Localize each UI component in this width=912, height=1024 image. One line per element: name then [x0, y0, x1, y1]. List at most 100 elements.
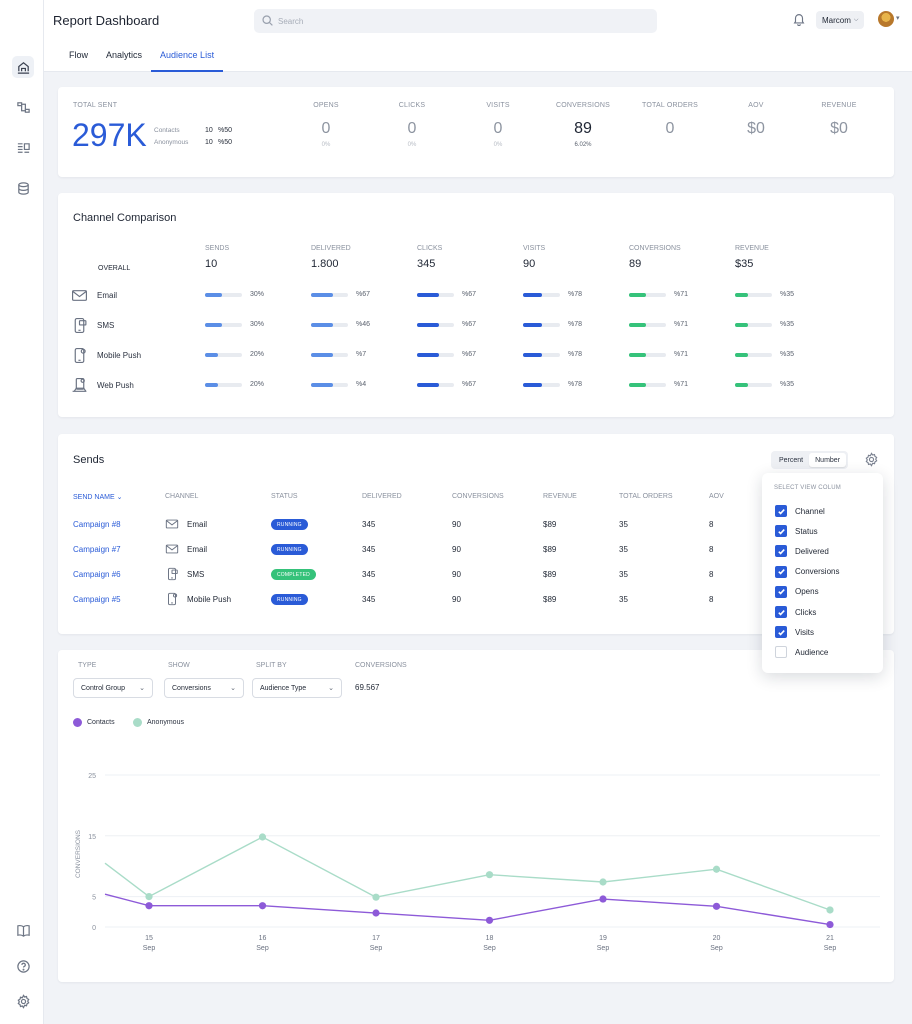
progress-bar — [205, 292, 242, 297]
settings-icon[interactable] — [12, 990, 34, 1012]
column-option-audience[interactable]: Audience — [775, 646, 828, 659]
total-sent-label: TOTAL SENT — [73, 102, 118, 109]
column-option-status[interactable]: Status — [775, 525, 818, 538]
col-overall: 1.800 — [311, 258, 339, 270]
channel-row-sms: SMS — [71, 316, 114, 334]
progress-fill — [205, 352, 218, 357]
workspace-dropdown[interactable]: Marcom ⌵ — [816, 11, 865, 29]
progress-fill — [523, 292, 542, 297]
tab-analytics[interactable]: Analytics — [97, 46, 151, 72]
x-tick-label: Sep — [710, 945, 723, 952]
bell-icon[interactable] — [792, 12, 806, 26]
x-tick-label: 20 — [713, 935, 721, 942]
x-tick-label: Sep — [256, 945, 269, 952]
channel-name: Mobile Push — [187, 594, 232, 604]
progress-percent: %35 — [780, 351, 795, 358]
flow-icon[interactable] — [12, 96, 34, 118]
channel-name: SMS — [187, 569, 205, 579]
list-icon[interactable] — [12, 137, 34, 159]
progress-bar — [311, 292, 348, 297]
checkbox[interactable] — [775, 545, 787, 558]
checkbox[interactable] — [775, 565, 787, 578]
filter-label: SPLIT BY — [256, 662, 287, 669]
column-option-opens[interactable]: Opens — [775, 585, 819, 598]
database-icon[interactable] — [12, 177, 34, 199]
tab-audience-list[interactable]: Audience List — [151, 46, 224, 72]
progress-bar — [735, 382, 772, 387]
stat-sub: 6.02% — [574, 142, 592, 148]
revenue-cell: $89 — [543, 570, 557, 579]
campaign-link[interactable]: Campaign #5 — [73, 595, 121, 604]
campaign-link[interactable]: Campaign #8 — [73, 520, 121, 529]
avatar[interactable] — [878, 11, 894, 27]
search-input[interactable] — [278, 12, 648, 30]
progress-cell: %78 — [523, 291, 582, 298]
progress-bar — [417, 352, 454, 357]
channel-row-email: Email — [71, 286, 117, 304]
orders-cell: 35 — [619, 595, 628, 604]
chevron-down-icon: ⌄ — [328, 685, 334, 692]
column-header-send-name[interactable]: SEND NAME ⌄ — [73, 493, 122, 501]
progress-percent: %35 — [780, 291, 795, 298]
column-option-channel[interactable]: Channel — [775, 505, 825, 517]
toggle-number[interactable]: Number — [809, 453, 847, 467]
toggle-percent[interactable]: Percent — [773, 453, 809, 467]
column-option-visits[interactable]: Visits — [775, 626, 814, 639]
checkbox[interactable] — [775, 626, 787, 639]
progress-fill — [205, 292, 222, 297]
legend-item-anonymous[interactable]: Anonymous — [133, 718, 184, 727]
checkbox[interactable] — [775, 505, 787, 517]
status-badge: RUNNING — [271, 519, 308, 530]
help-icon[interactable] — [12, 955, 34, 977]
progress-fill — [205, 322, 222, 327]
stat-clicks: CLICKS 0 0% — [392, 102, 432, 148]
progress-cell: %35 — [735, 351, 794, 358]
tab-flow[interactable]: Flow — [60, 46, 97, 72]
column-option-conversions[interactable]: Conversions — [775, 565, 839, 578]
progress-bar — [417, 382, 454, 387]
home-chart-icon[interactable] — [12, 56, 34, 78]
view-toggle: Percent Number — [771, 451, 849, 469]
chevron-down-icon: ⌄ — [139, 685, 145, 692]
tab-bar: Flow Analytics Audience List — [60, 46, 224, 72]
progress-fill — [629, 382, 646, 387]
checkbox[interactable] — [775, 525, 787, 538]
col-visits: VISITS 90 — [523, 245, 545, 270]
checkbox[interactable] — [775, 606, 787, 618]
web-push-icon — [72, 377, 87, 392]
progress-bar — [523, 292, 560, 297]
progress-cell: %7 — [311, 351, 366, 358]
split-by-select[interactable]: Audience Type ⌄ — [252, 678, 342, 698]
y-axis-label: CONVERSIONS — [75, 829, 82, 878]
progress-percent: %71 — [674, 381, 689, 388]
column-option-clicks[interactable]: Clicks — [775, 606, 816, 618]
progress-percent: %4 — [356, 381, 367, 388]
stat-value: 0 — [665, 120, 675, 137]
show-select[interactable]: Conversions ⌄ — [164, 678, 244, 698]
progress-percent: %46 — [356, 321, 371, 328]
progress-fill — [311, 382, 334, 387]
progress-fill — [417, 382, 440, 387]
type-select[interactable]: Control Group ⌄ — [73, 678, 153, 698]
search-box[interactable] — [254, 9, 657, 33]
orders-cell: 35 — [619, 545, 628, 554]
chevron-down-icon[interactable]: ▾ — [896, 14, 900, 22]
column-option-delivered[interactable]: Delivered — [775, 545, 829, 558]
progress-cell: %67 — [417, 381, 476, 388]
gear-icon[interactable] — [864, 452, 879, 467]
checkbox[interactable] — [775, 585, 787, 598]
data-point — [826, 920, 834, 929]
option-label: Clicks — [795, 607, 817, 617]
progress-percent: %7 — [356, 351, 367, 358]
progress-bar — [629, 322, 666, 327]
orders-cell: 35 — [619, 520, 628, 529]
legend-item-contacts[interactable]: Contacts — [73, 718, 115, 727]
book-icon[interactable] — [12, 919, 34, 941]
checkbox[interactable] — [775, 646, 787, 659]
option-label: Visits — [795, 627, 814, 637]
campaign-link[interactable]: Campaign #7 — [73, 545, 121, 554]
progress-percent: 30% — [250, 321, 265, 328]
progress-cell: 30% — [205, 291, 264, 298]
chevron-down-icon: ⌄ — [230, 685, 236, 692]
campaign-link[interactable]: Campaign #6 — [73, 570, 121, 579]
